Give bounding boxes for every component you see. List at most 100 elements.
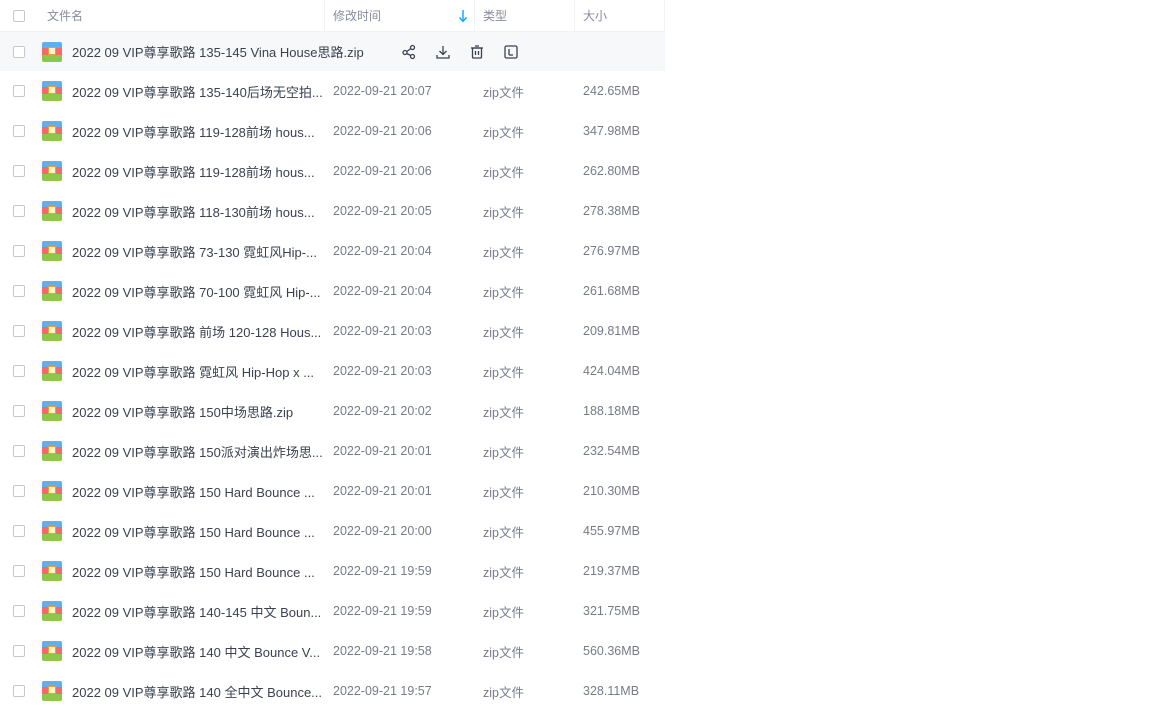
file-type: zip文件: [483, 445, 524, 460]
file-modified: 2022-09-21 20:03: [333, 364, 432, 378]
file-type: zip文件: [483, 85, 524, 100]
table-header: 文件名 修改时间 类型 大小: [0, 0, 665, 32]
file-type: zip文件: [483, 365, 524, 380]
share-icon[interactable]: [400, 43, 418, 61]
row-checkbox[interactable]: [13, 405, 25, 417]
file-modified: 2022-09-21 20:05: [333, 204, 432, 218]
table-row[interactable]: 2022 09 VIP尊享歌路 119-128前场 hous... 2022-0…: [0, 151, 665, 191]
file-name[interactable]: 2022 09 VIP尊享歌路 135-140后场无空拍...: [68, 82, 325, 101]
file-name[interactable]: 2022 09 VIP尊享歌路 135-145 Vina House思路.zip: [68, 42, 364, 61]
file-name[interactable]: 2022 09 VIP尊享歌路 140-145 中文 Boun...: [68, 602, 325, 621]
row-checkbox[interactable]: [13, 245, 25, 257]
row-select-cell: [0, 365, 38, 377]
table-row[interactable]: 2022 09 VIP尊享歌路 150 Hard Bounce ... 2022…: [0, 551, 665, 591]
row-checkbox[interactable]: [13, 565, 25, 577]
row-checkbox[interactable]: [13, 605, 25, 617]
row-checkbox[interactable]: [13, 525, 25, 537]
row-checkbox[interactable]: [13, 325, 25, 337]
table-row[interactable]: 2022 09 VIP尊享歌路 70-100 霓虹风 Hip-... 2022-…: [0, 271, 665, 311]
file-name[interactable]: 2022 09 VIP尊享歌路 118-130前场 hous...: [68, 202, 325, 221]
row-select-cell: [0, 285, 38, 297]
column-header-modified[interactable]: 修改时间: [325, 0, 475, 32]
file-icon-cell: [38, 241, 68, 261]
file-name[interactable]: 2022 09 VIP尊享歌路 150 Hard Bounce ...: [68, 562, 325, 581]
table-row[interactable]: 2022 09 VIP尊享歌路 150 Hard Bounce ... 2022…: [0, 511, 665, 551]
row-checkbox[interactable]: [13, 485, 25, 497]
file-type: zip文件: [483, 245, 524, 260]
file-name[interactable]: 2022 09 VIP尊享歌路 73-130 霓虹风Hip-...: [68, 242, 325, 261]
table-row[interactable]: 2022 09 VIP尊享歌路 135-145 Vina House思路.zip: [0, 32, 665, 71]
table-row[interactable]: 2022 09 VIP尊享歌路 118-130前场 hous... 2022-0…: [0, 191, 665, 231]
row-select-cell: [0, 85, 38, 97]
file-icon-cell: [38, 281, 68, 301]
file-modified: 2022-09-21 20:01: [333, 484, 432, 498]
row-checkbox[interactable]: [13, 365, 25, 377]
table-row[interactable]: 2022 09 VIP尊享歌路 140 全中文 Bounce... 2022-0…: [0, 671, 665, 710]
row-checkbox[interactable]: [13, 445, 25, 457]
delete-icon[interactable]: [468, 43, 486, 61]
file-name[interactable]: 2022 09 VIP尊享歌路 前场 120-128 Hous...: [68, 322, 325, 341]
table-row[interactable]: 2022 09 VIP尊享歌路 前场 120-128 Hous... 2022-…: [0, 311, 665, 351]
file-modified: 2022-09-21 20:07: [333, 84, 432, 98]
more-icon[interactable]: [502, 43, 520, 61]
row-select-cell: [0, 685, 38, 697]
file-name[interactable]: 2022 09 VIP尊享歌路 霓虹风 Hip-Hop x ...: [68, 362, 325, 381]
file-size: 560.36MB: [583, 644, 640, 658]
table-row[interactable]: 2022 09 VIP尊享歌路 119-128前场 hous... 2022-0…: [0, 111, 665, 151]
file-name[interactable]: 2022 09 VIP尊享歌路 140 全中文 Bounce...: [68, 682, 325, 701]
table-row[interactable]: 2022 09 VIP尊享歌路 霓虹风 Hip-Hop x ... 2022-0…: [0, 351, 665, 391]
table-row[interactable]: 2022 09 VIP尊享歌路 135-140后场无空拍... 2022-09-…: [0, 71, 665, 111]
file-name[interactable]: 2022 09 VIP尊享歌路 119-128前场 hous...: [68, 122, 325, 141]
file-size: 209.81MB: [583, 324, 640, 338]
column-header-size[interactable]: 大小: [575, 0, 665, 32]
row-checkbox[interactable]: [13, 125, 25, 137]
row-select-cell: [0, 565, 38, 577]
row-checkbox[interactable]: [13, 205, 25, 217]
table-row[interactable]: 2022 09 VIP尊享歌路 150中场思路.zip 2022-09-21 2…: [0, 391, 665, 431]
row-checkbox[interactable]: [13, 85, 25, 97]
file-icon-cell: [38, 521, 68, 541]
file-type: zip文件: [483, 125, 524, 140]
file-name[interactable]: 2022 09 VIP尊享歌路 119-128前场 hous...: [68, 162, 325, 181]
file-type: zip文件: [483, 565, 524, 580]
row-checkbox[interactable]: [13, 685, 25, 697]
file-name[interactable]: 2022 09 VIP尊享歌路 150 Hard Bounce ...: [68, 522, 325, 541]
file-name[interactable]: 2022 09 VIP尊享歌路 150中场思路.zip: [68, 402, 325, 421]
download-icon[interactable]: [434, 43, 452, 61]
file-name[interactable]: 2022 09 VIP尊享歌路 150 Hard Bounce ...: [68, 482, 325, 501]
file-icon-cell: [38, 161, 68, 181]
file-size: 219.37MB: [583, 564, 640, 578]
row-checkbox[interactable]: [13, 45, 25, 58]
file-size: 321.75MB: [583, 604, 640, 618]
file-name[interactable]: 2022 09 VIP尊享歌路 150派对演出炸场思...: [68, 442, 325, 461]
file-type: zip文件: [483, 685, 524, 700]
file-modified: 2022-09-21 19:58: [333, 644, 432, 658]
column-header-modified-label: 修改时间: [333, 9, 382, 23]
file-type: zip文件: [483, 205, 524, 220]
table-row[interactable]: 2022 09 VIP尊享歌路 150 Hard Bounce ... 2022…: [0, 471, 665, 511]
select-all-checkbox[interactable]: [13, 9, 25, 22]
file-modified: 2022-09-21 20:01: [333, 444, 432, 458]
column-header-type[interactable]: 类型: [475, 0, 575, 32]
file-name[interactable]: 2022 09 VIP尊享歌路 140 中文 Bounce V...: [68, 642, 325, 661]
row-checkbox[interactable]: [13, 165, 25, 177]
table-row[interactable]: 2022 09 VIP尊享歌路 140 中文 Bounce V... 2022-…: [0, 631, 665, 671]
file-name[interactable]: 2022 09 VIP尊享歌路 70-100 霓虹风 Hip-...: [68, 282, 325, 301]
file-modified: 2022-09-21 20:02: [333, 404, 432, 418]
row-select-cell: [0, 325, 38, 337]
row-checkbox[interactable]: [13, 645, 25, 657]
row-checkbox[interactable]: [13, 285, 25, 297]
file-modified: 2022-09-21 19:59: [333, 564, 432, 578]
file-icon-cell: [38, 401, 68, 421]
row-select-cell: [0, 445, 38, 457]
row-select-cell: [0, 645, 38, 657]
column-header-name[interactable]: 文件名: [38, 0, 325, 32]
file-modified: 2022-09-21 19:59: [333, 604, 432, 618]
table-row[interactable]: 2022 09 VIP尊享歌路 150派对演出炸场思... 2022-09-21…: [0, 431, 665, 471]
table-row[interactable]: 2022 09 VIP尊享歌路 73-130 霓虹风Hip-... 2022-0…: [0, 231, 665, 271]
file-size: 455.97MB: [583, 524, 640, 538]
file-size: 188.18MB: [583, 404, 640, 418]
zip-file-icon: [42, 361, 62, 381]
table-row[interactable]: 2022 09 VIP尊享歌路 140-145 中文 Boun... 2022-…: [0, 591, 665, 631]
file-size: 210.30MB: [583, 484, 640, 498]
